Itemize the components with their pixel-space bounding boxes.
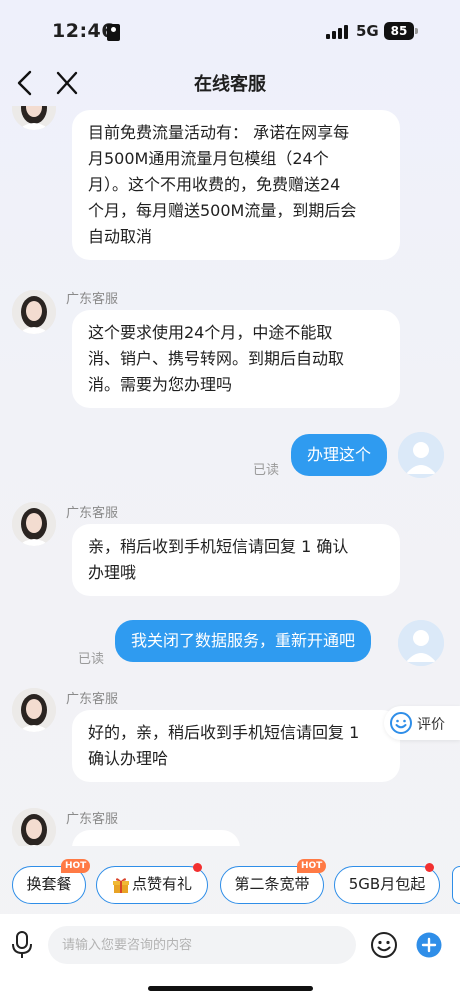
chip-label: 第二条宽带: [234, 875, 310, 893]
message-line: 月500M通用流量月包模组（24个: [88, 149, 329, 168]
chip-second-broadband[interactable]: 第二条宽带 HOT: [220, 859, 327, 904]
agent-message: 好的，亲，稍后收到手机短信请回复 1 确认办理哈: [72, 710, 400, 782]
agent-name: 广东客服: [66, 692, 119, 707]
emoji-icon[interactable]: [370, 931, 398, 959]
battery-icon: 85: [384, 22, 414, 40]
message-line: 个月，每月赠送500M流量，到期后会: [88, 201, 357, 220]
user-message: 办理这个: [291, 434, 388, 476]
agent-avatar: [12, 106, 56, 130]
smile-icon: [390, 712, 412, 734]
message-line: 月）。这个不用收费的，免费赠送24: [88, 175, 341, 194]
message-line: 办理哦: [88, 563, 137, 582]
status-time: 12:46: [52, 20, 115, 42]
agent-message: 这个要求使用24个月，中途不能取 消、销户、携号转网。到期后自动取 消。需要为您…: [72, 310, 400, 408]
chip-more-partial[interactable]: [452, 866, 460, 904]
chip-label: 点赞有礼: [131, 875, 192, 893]
agent-avatar: [12, 808, 56, 846]
gift-icon: [112, 877, 129, 893]
chip-5gb-monthly[interactable]: 5GB月包起: [334, 863, 440, 904]
agent-message: 亲，稍后收到手机短信请回复 1 确认 办理哦: [72, 524, 400, 596]
notification-dot: [425, 863, 434, 872]
user-avatar: [398, 620, 444, 666]
battery-tip: [415, 28, 418, 34]
network-type: 5G: [356, 22, 379, 40]
page-title: 在线客服: [194, 74, 266, 95]
message-line: 消。需要为您办理吗: [88, 375, 233, 394]
message-line: 目前免费流量活动有： 承诺在网享每: [88, 123, 350, 142]
message-line: 消、销户、携号转网。到期后自动取: [88, 349, 345, 368]
message-line: 确认办理哈: [88, 749, 169, 768]
plus-icon[interactable]: [416, 932, 442, 958]
read-status: 已读: [78, 652, 105, 667]
rate-label: 评价: [417, 717, 445, 733]
status-bar: 12:46 5G 85: [0, 0, 460, 60]
hot-badge: HOT: [297, 859, 327, 873]
user-avatar: [398, 432, 444, 478]
message-input[interactable]: [48, 926, 356, 964]
agent-avatar: [12, 688, 56, 732]
id-card-icon: [107, 24, 120, 41]
read-status: 已读: [253, 463, 280, 478]
message-line: 亲，稍后收到手机短信请回复 1 确认: [88, 537, 349, 556]
notification-dot: [193, 863, 202, 872]
user-message: 我关闭了数据服务，重新开通吧: [115, 620, 372, 662]
message-line: 自动取消: [88, 227, 153, 246]
chip-label: 5GB月包起: [348, 875, 426, 893]
agent-name: 广东客服: [66, 292, 119, 307]
agent-name: 广东客服: [66, 506, 119, 521]
rate-button[interactable]: 评价: [384, 706, 460, 740]
home-indicator: [148, 986, 313, 991]
input-bar: [0, 914, 460, 1000]
chip-change-plan[interactable]: 换套餐 HOT: [12, 859, 91, 904]
agent-message: 目前免费流量活动有： 承诺在网享每 月500M通用流量月包模组（24个 月）。这…: [72, 110, 400, 260]
agent-avatar: [12, 502, 56, 546]
message-line: 好的，亲，稍后收到手机短信请回复 1: [88, 723, 360, 742]
agent-name: 广东客服: [66, 812, 119, 827]
agent-avatar: [12, 290, 56, 334]
quick-reply-bar: 换套餐 HOT 点赞有礼 第二条宽带 HOT 5GB月包起: [0, 859, 460, 906]
chip-like-gift[interactable]: 点赞有礼: [96, 863, 208, 904]
microphone-icon[interactable]: [10, 930, 34, 960]
agent-message-partial: [72, 830, 240, 846]
hot-badge: HOT: [61, 859, 91, 873]
nav-bar: 在线客服: [0, 60, 460, 106]
chip-label: 换套餐: [26, 875, 72, 893]
message-line: 这个要求使用24个月，中途不能取: [88, 323, 333, 342]
signal-icon: [326, 25, 350, 39]
